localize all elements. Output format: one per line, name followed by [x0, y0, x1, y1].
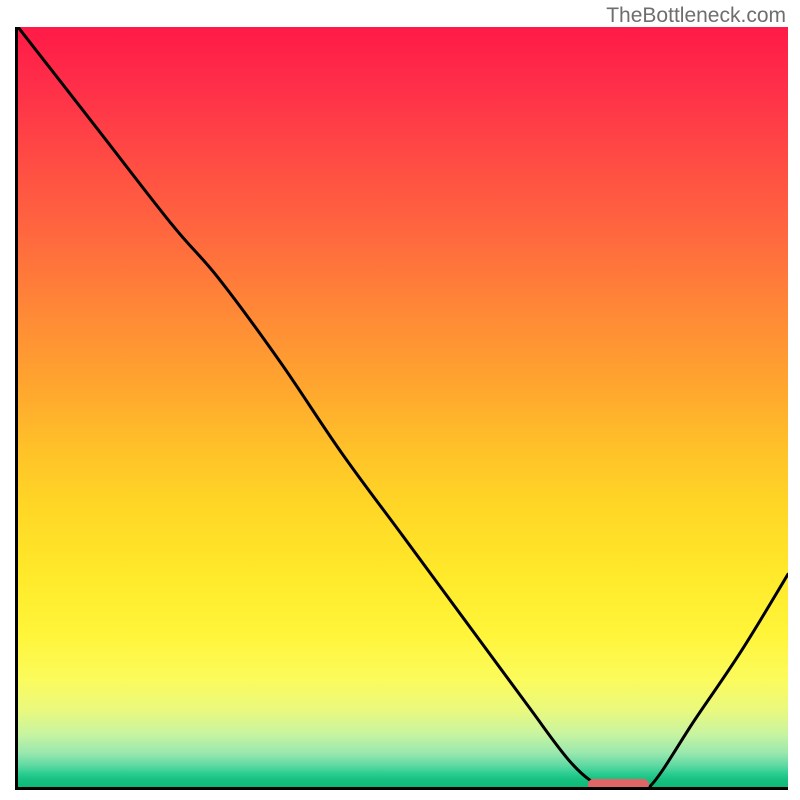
plot-area — [15, 27, 788, 790]
watermark-text: TheBottleneck.com — [606, 4, 786, 28]
optimum-marker — [588, 779, 650, 790]
bottleneck-curve — [18, 27, 788, 787]
